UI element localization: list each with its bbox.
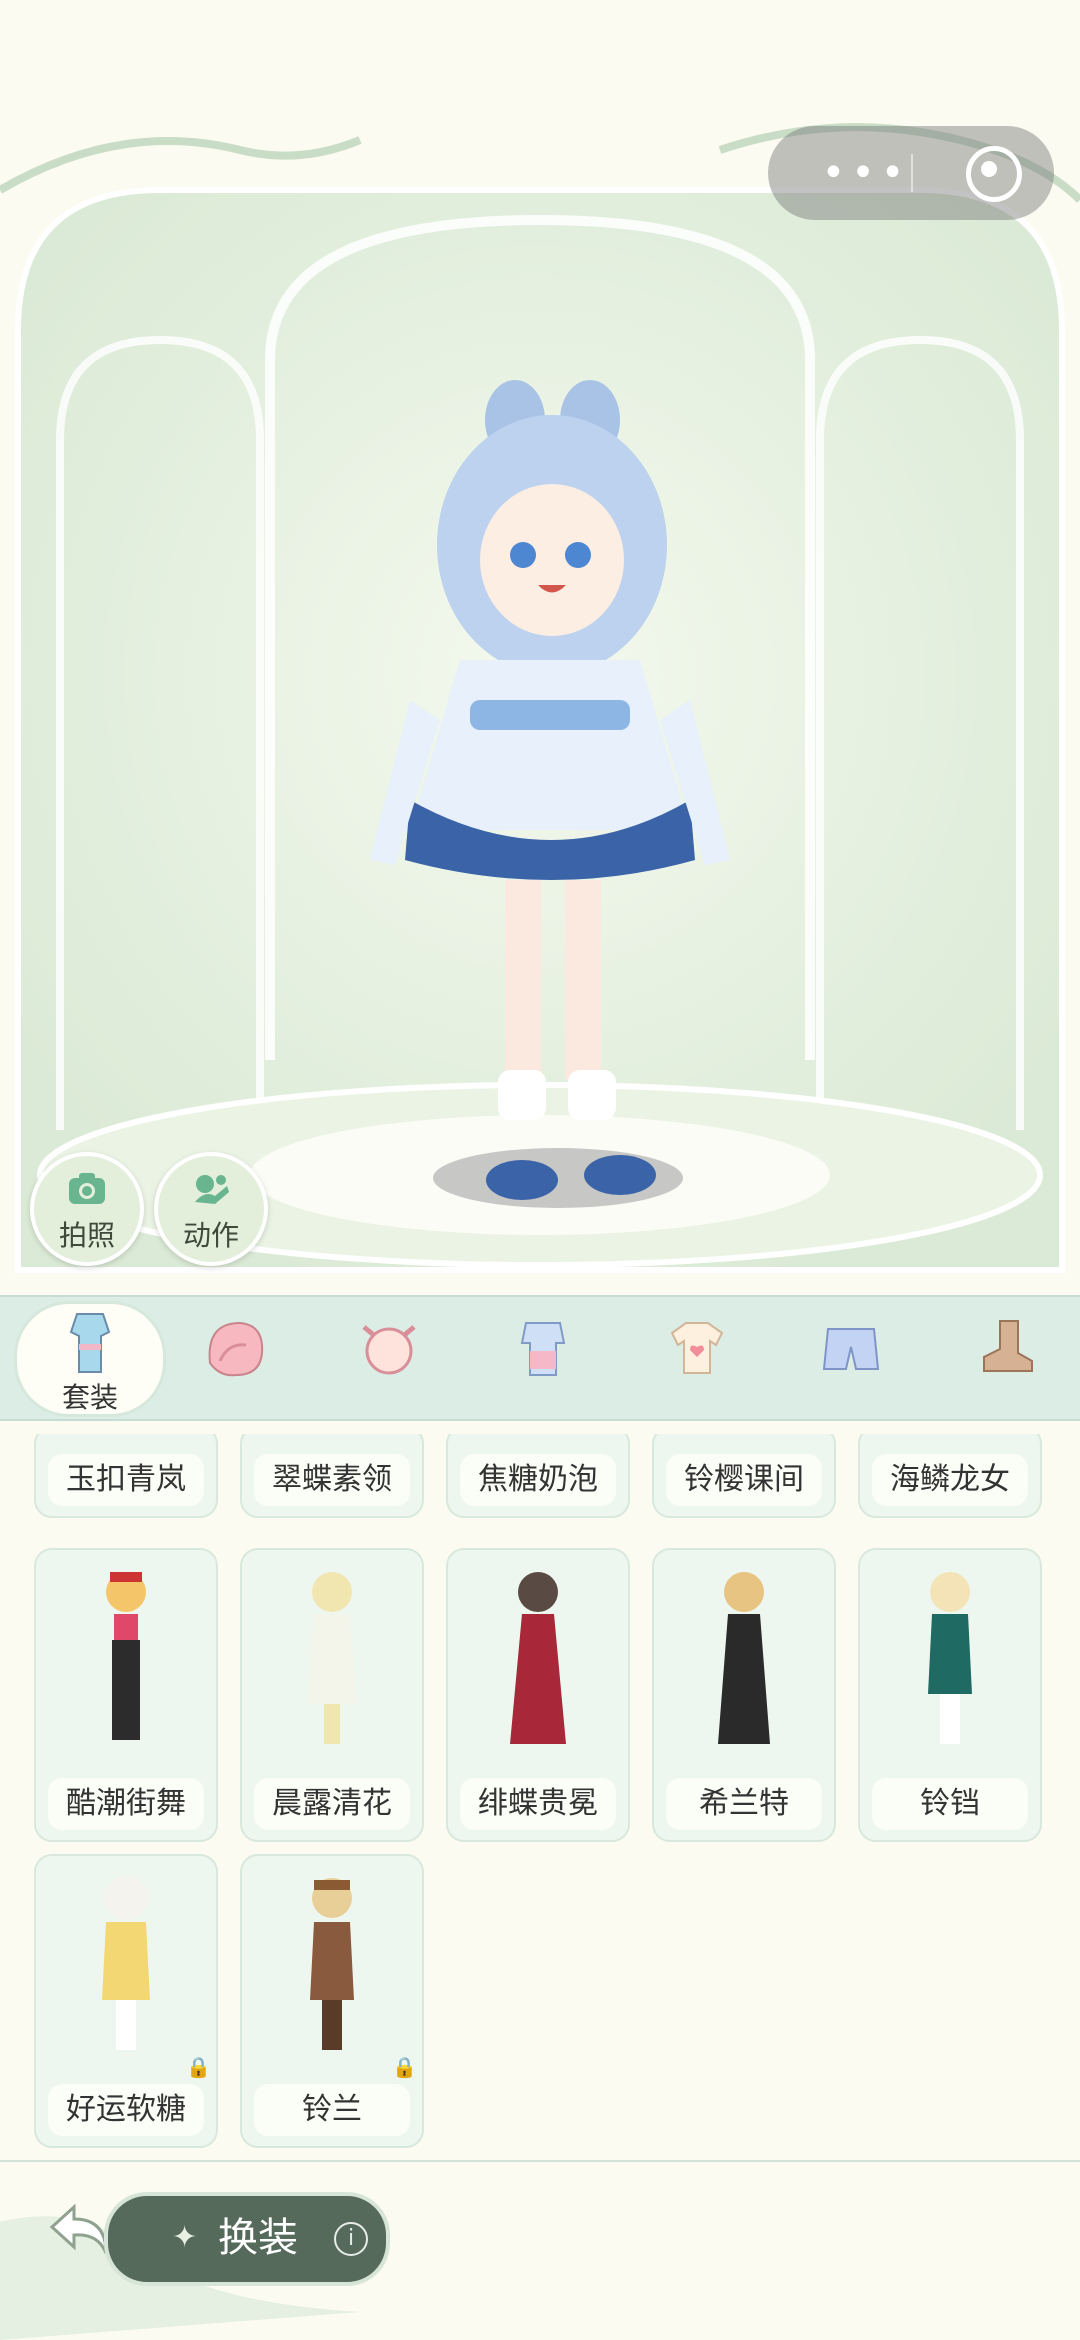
outfit-card[interactable]: 玉扣青岚 [34,1434,218,1518]
outfit-card[interactable]: 🔒 好运软糖 [34,1854,218,2148]
shoe-icon [983,1320,1033,1372]
dress-icon [520,1322,566,1376]
change-outfit-button[interactable]: ✦ 换装 i [104,2192,390,2286]
photo-label: 拍照 [58,1219,115,1252]
outfit-preview [106,1572,146,1740]
category-outfit[interactable]: 套装 [14,1301,166,1417]
outfit-preview [310,1878,354,2050]
category-face[interactable] [336,1305,442,1411]
outfit-name: 铃樱课间 [666,1454,822,1506]
category-top[interactable] [644,1305,750,1411]
more-dots-icon[interactable]: ••• [816,153,916,193]
outfit-card[interactable]: 希兰特 [652,1548,836,1842]
outfit-card[interactable]: 铃樱课间 [652,1434,836,1518]
category-bottom[interactable] [798,1305,904,1411]
outfit-preview [510,1572,566,1744]
outfit-name: 好运软糖 [48,2084,204,2136]
outfit-name: 玉扣青岚 [48,1454,204,1506]
dress-up-stage: ••• 拍照 动作 [0,0,1080,1290]
outfit-name: 晨露清花 [254,1778,410,1830]
category-hair[interactable] [182,1305,288,1411]
outfit-grid: 玉扣青岚 翠蝶素领 焦糖奶泡 铃樱课间 海鳞龙女 酷潮街舞 晨露清花 绯蝶贵冕 [0,1434,1080,2160]
outfit-preview [928,1572,972,1744]
target-icon-center [981,161,997,177]
bottom-icon [822,1328,880,1370]
outfit-card[interactable]: 晨露清花 [240,1548,424,1842]
info-icon[interactable]: i [334,2222,368,2256]
outfit-name: 铃兰 [254,2084,410,2136]
capsule-divider [911,154,913,192]
outfit-name: 希兰特 [666,1778,822,1830]
outfit-name: 酷潮街舞 [48,1778,204,1830]
outfit-name: 翠蝶素领 [254,1454,410,1506]
outfit-card[interactable]: 🔒 铃兰 [240,1854,424,2148]
category-bar: 套装 [0,1295,1080,1421]
pose-button[interactable]: 动作 [154,1152,268,1266]
camera-icon [69,1173,105,1204]
pose-icon [195,1175,229,1204]
mini-program-capsule: ••• [768,126,1054,220]
lock-icon: 🔒 [392,2055,417,2079]
outfit-card[interactable]: 焦糖奶泡 [446,1434,630,1518]
change-outfit-label: 换装 [218,2215,298,2261]
category-shoes[interactable] [952,1305,1058,1411]
pose-label: 动作 [182,1219,239,1252]
category-dress[interactable] [490,1305,596,1411]
outfit-preview [308,1572,356,1744]
outfit-card[interactable]: 铃铛 [858,1548,1042,1842]
top-icon [670,1322,724,1374]
category-label: 套装 [61,1381,118,1414]
outfit-card[interactable]: 翠蝶素领 [240,1434,424,1518]
sparkle-icon: ✦ [172,2220,198,2255]
outfit-preview [718,1572,770,1744]
hair-icon [208,1321,264,1377]
outfit-card[interactable]: 海鳞龙女 [858,1434,1042,1518]
outfit-card[interactable]: 绯蝶贵冕 [446,1548,630,1842]
outfit-preview [102,1876,150,2050]
photo-button[interactable]: 拍照 [30,1152,144,1266]
face-icon [362,1325,416,1375]
outfit-name: 焦糖奶泡 [460,1454,616,1506]
outfit-name: 绯蝶贵冕 [460,1778,616,1830]
lock-icon: 🔒 [186,2055,211,2079]
outfit-name: 海鳞龙女 [872,1454,1028,1506]
outfit-name: 铃铛 [872,1778,1028,1830]
outfit-card[interactable]: 酷潮街舞 [34,1548,218,1842]
outfit-icon [69,1313,111,1373]
